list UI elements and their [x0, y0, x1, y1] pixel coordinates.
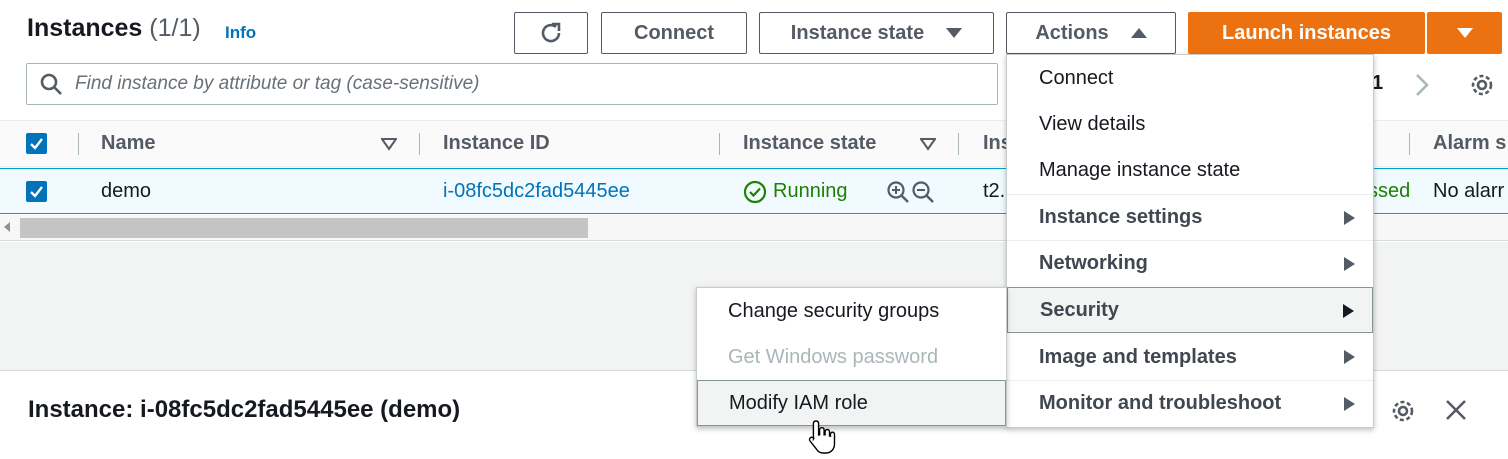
- search-input[interactable]: Find instance by attribute or tag (case-…: [26, 63, 998, 105]
- cell-instance-id-link[interactable]: i-08fc5dc2fad5445ee: [443, 180, 630, 203]
- row-checkbox[interactable]: [26, 181, 47, 202]
- search-icon: [40, 73, 62, 95]
- column-divider: [719, 133, 720, 155]
- instance-state-button[interactable]: Instance state: [759, 12, 994, 54]
- column-divider: [958, 133, 959, 155]
- menu-item-manage-instance-state[interactable]: Manage instance state: [1007, 147, 1373, 193]
- submenu-item-modify-iam-role[interactable]: Modify IAM role: [697, 380, 1006, 426]
- submenu-arrow-icon: [1344, 397, 1355, 411]
- submenu-arrow-icon: [1343, 304, 1354, 318]
- zoom-in-icon[interactable]: [886, 180, 910, 204]
- instance-count: (1/1): [149, 14, 201, 42]
- caret-down-icon: [1456, 28, 1473, 38]
- column-header-name[interactable]: Name: [101, 132, 155, 155]
- filter-icon[interactable]: [381, 137, 397, 151]
- submenu-item-change-security-groups[interactable]: Change security groups: [697, 288, 1006, 334]
- submenu-arrow-icon: [1344, 350, 1355, 364]
- column-divider: [419, 133, 420, 155]
- menu-item-security[interactable]: Security: [1007, 287, 1373, 333]
- caret-up-icon: [1130, 28, 1147, 38]
- submenu-arrow-icon: [1344, 257, 1355, 271]
- column-header-instance-id[interactable]: Instance ID: [443, 132, 550, 155]
- launch-instances-button[interactable]: Launch instances: [1188, 12, 1425, 54]
- hand-cursor-icon: [808, 420, 836, 454]
- menu-item-monitor-and-troubleshoot[interactable]: Monitor and troubleshoot: [1007, 380, 1373, 426]
- page-title: Instances (1/1): [27, 14, 201, 42]
- close-icon[interactable]: [1444, 398, 1468, 422]
- check-circle-icon: [743, 180, 767, 204]
- cell-status-check: ssed: [1368, 180, 1411, 202]
- refresh-button[interactable]: [514, 12, 588, 54]
- panel-settings-gear-icon[interactable]: [1389, 397, 1417, 425]
- column-divider: [1409, 133, 1410, 155]
- cell-instance-state: Running: [773, 180, 848, 202]
- cell-name: demo: [101, 180, 152, 202]
- launch-dropdown-button[interactable]: [1427, 12, 1502, 54]
- zoom-out-icon[interactable]: [911, 180, 935, 204]
- actions-button[interactable]: Actions: [1006, 12, 1176, 54]
- column-header-instance-state[interactable]: Instance state: [743, 132, 876, 155]
- column-header-alarm-status[interactable]: Alarm s: [1433, 132, 1506, 155]
- menu-item-instance-settings[interactable]: Instance settings: [1007, 194, 1373, 240]
- settings-gear-icon[interactable]: [1468, 71, 1496, 99]
- cell-alarm-status: No alarr: [1433, 180, 1505, 202]
- security-submenu: Change security groups Get Windows passw…: [696, 287, 1007, 427]
- refresh-icon: [541, 22, 561, 43]
- next-page-icon[interactable]: [1412, 72, 1432, 98]
- cell-instance-type: t2.: [983, 180, 1006, 202]
- search-placeholder: Find instance by attribute or tag (case-…: [75, 73, 480, 94]
- scrollbar-thumb[interactable]: [20, 218, 588, 238]
- check-icon: [30, 186, 43, 198]
- submenu-arrow-icon: [1344, 211, 1355, 225]
- info-link[interactable]: Info: [225, 23, 256, 43]
- filter-icon[interactable]: [920, 137, 936, 151]
- menu-item-connect[interactable]: Connect: [1007, 55, 1373, 101]
- column-divider: [78, 133, 79, 155]
- check-icon: [30, 138, 43, 150]
- menu-item-networking[interactable]: Networking: [1007, 240, 1373, 286]
- menu-item-image-and-templates[interactable]: Image and templates: [1007, 334, 1373, 380]
- select-all-checkbox[interactable]: [26, 133, 47, 154]
- menu-item-view-details[interactable]: View details: [1007, 101, 1373, 147]
- submenu-item-get-windows-password: Get Windows password: [728, 345, 939, 368]
- actions-menu: Connect View details Manage instance sta…: [1006, 54, 1374, 428]
- scroll-left-icon[interactable]: [4, 222, 10, 232]
- detail-panel-title: Instance: i-08fc5dc2fad5445ee (demo): [28, 396, 461, 423]
- connect-button[interactable]: Connect: [601, 12, 747, 54]
- caret-down-icon: [946, 28, 963, 38]
